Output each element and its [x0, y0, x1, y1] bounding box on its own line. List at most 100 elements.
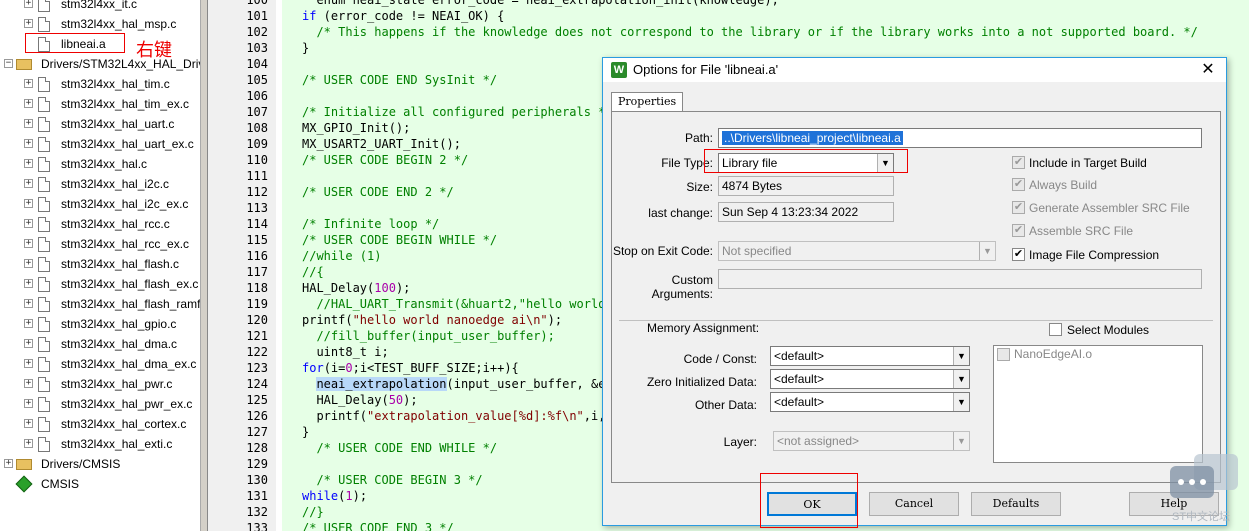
layer-value: <not assigned> — [777, 434, 860, 448]
tree-file[interactable]: + stm32l4xx_hal_flash.c — [0, 254, 200, 274]
file-icon — [38, 277, 50, 292]
include-build-checkbox[interactable]: ✔ — [1012, 156, 1025, 169]
always-build-checkbox[interactable]: ✔ — [1012, 178, 1025, 191]
tree-file[interactable]: + stm32l4xx_hal_i2c.c — [0, 174, 200, 194]
expand-icon[interactable]: + — [24, 0, 33, 8]
pane-splitter[interactable] — [200, 0, 208, 531]
path-field[interactable]: ..\Drivers\libneai_project\libneai.a — [718, 128, 1202, 148]
other-data-select[interactable]: <default> ▼ — [770, 392, 970, 412]
tree-file[interactable]: + stm32l4xx_hal_rcc_ex.c — [0, 234, 200, 254]
expand-icon[interactable]: + — [24, 159, 33, 168]
line-number: 130 — [246, 473, 268, 487]
tree-file[interactable]: + stm32l4xx_hal_dma_ex.c — [0, 354, 200, 374]
gen-asm-checkbox[interactable]: ✔ — [1012, 201, 1025, 214]
tree-file[interactable]: + stm32l4xx_hal_flash_ramfunc.c — [0, 294, 200, 314]
layer-label: Layer: — [723, 435, 757, 449]
tree-item-label: stm32l4xx_hal_cortex.c — [61, 417, 187, 431]
expand-icon[interactable]: + — [24, 319, 33, 328]
tree-file[interactable]: + stm32l4xx_hal_uart_ex.c — [0, 134, 200, 154]
tree-file[interactable]: + stm32l4xx_hal_i2c_ex.c — [0, 194, 200, 214]
line-number: 125 — [246, 393, 268, 407]
path-value: ..\Drivers\libneai_project\libneai.a — [722, 131, 903, 145]
code-line: } — [302, 425, 310, 439]
tree-file[interactable]: + stm32l4xx_hal_msp.c — [0, 14, 200, 34]
code-line: HAL_Delay(100); — [302, 281, 411, 295]
line-number: 112 — [246, 185, 268, 199]
tree-item-label: Drivers/STM32L4xx_HAL_Driver — [41, 57, 200, 71]
tree-folder[interactable]: + Drivers/CMSIS — [0, 454, 200, 474]
custom-args-field[interactable] — [718, 269, 1202, 289]
expand-icon[interactable]: + — [24, 259, 33, 268]
select-modules-checkbox[interactable] — [1049, 323, 1062, 336]
tree-item-label: stm32l4xx_hal_pwr.c — [61, 377, 173, 391]
expand-icon[interactable]: + — [24, 79, 33, 88]
other-data-label: Other Data: — [694, 398, 757, 412]
stop-exit-select[interactable]: Not specified ▼ — [718, 241, 996, 261]
code-line: while(1); — [302, 489, 368, 503]
expand-icon[interactable]: + — [24, 139, 33, 148]
expand-icon[interactable]: + — [24, 299, 33, 308]
expand-icon[interactable]: + — [24, 179, 33, 188]
expand-icon[interactable]: + — [24, 379, 33, 388]
tree-item-label: stm32l4xx_hal_dma_ex.c — [61, 357, 197, 371]
tree-item-label: stm32l4xx_hal_exti.c — [61, 437, 173, 451]
expand-icon[interactable]: + — [24, 399, 33, 408]
tree-item-label: CMSIS — [41, 477, 80, 491]
img-comp-checkbox[interactable]: ✔ — [1012, 248, 1025, 261]
tree-file[interactable]: CMSIS — [0, 474, 200, 494]
expand-icon[interactable]: + — [24, 19, 33, 28]
expand-icon[interactable]: + — [24, 339, 33, 348]
defaults-button[interactable]: Defaults — [971, 492, 1061, 516]
code-line: enum neai_state error_code = neai_extrap… — [302, 0, 778, 8]
expand-icon[interactable]: + — [24, 439, 33, 448]
tree-file[interactable]: + stm32l4xx_hal_dma.c — [0, 334, 200, 354]
module-checkbox[interactable] — [997, 348, 1010, 361]
close-icon[interactable]: ✕ — [1196, 58, 1220, 82]
expand-icon[interactable]: + — [24, 239, 33, 248]
expand-icon[interactable]: + — [24, 419, 33, 428]
tree-item-label: stm32l4xx_hal_flash_ramfunc.c — [61, 297, 200, 311]
expand-icon[interactable]: + — [24, 119, 33, 128]
tab-properties[interactable]: Properties — [611, 92, 684, 112]
layer-select[interactable]: <not assigned> ▼ — [773, 431, 970, 451]
code-line: for(i=0;i<TEST_BUFF_SIZE;i++){ — [302, 361, 519, 375]
asm-src-checkbox[interactable]: ✔ — [1012, 224, 1025, 237]
code-line: HAL_Delay(50); — [302, 393, 418, 407]
file-icon — [38, 77, 50, 92]
tree-item-label: stm32l4xx_hal_uart_ex.c — [61, 137, 194, 151]
options-dialog: W Options for File 'libneai.a' ✕ Propert… — [602, 57, 1227, 528]
modules-list[interactable]: NanoEdgeAI.o — [993, 345, 1203, 463]
tree-file[interactable]: + stm32l4xx_hal_tim_ex.c — [0, 94, 200, 114]
tree-file[interactable]: + stm32l4xx_hal_pwr.c — [0, 374, 200, 394]
tree-file[interactable]: + stm32l4xx_hal_pwr_ex.c — [0, 394, 200, 414]
collapse-icon[interactable]: − — [4, 59, 13, 68]
expand-icon[interactable]: + — [24, 199, 33, 208]
select-modules-label: Select Modules — [1067, 323, 1150, 337]
tree-item-label: stm32l4xx_it.c — [61, 0, 138, 11]
tree-file[interactable]: + stm32l4xx_hal_flash_ex.c — [0, 274, 200, 294]
tree-file[interactable]: + stm32l4xx_hal.c — [0, 154, 200, 174]
line-number: 107 — [246, 105, 268, 119]
tree-file[interactable]: + stm32l4xx_hal_uart.c — [0, 114, 200, 134]
line-number: 128 — [246, 441, 268, 455]
expand-icon[interactable]: + — [4, 459, 13, 468]
expand-icon[interactable]: + — [24, 359, 33, 368]
tree-file[interactable]: + stm32l4xx_hal_rcc.c — [0, 214, 200, 234]
code-const-select[interactable]: <default> ▼ — [770, 346, 970, 366]
tree-file[interactable]: + stm32l4xx_hal_gpio.c — [0, 314, 200, 334]
file-icon — [38, 117, 50, 132]
tree-file[interactable]: + stm32l4xx_hal_tim.c — [0, 74, 200, 94]
tree-item-label: stm32l4xx_hal_tim.c — [61, 77, 170, 91]
tree-item-label: stm32l4xx_hal_msp.c — [61, 17, 177, 31]
line-number: 105 — [246, 73, 268, 87]
tree-file[interactable]: + stm32l4xx_hal_cortex.c — [0, 414, 200, 434]
dialog-titlebar[interactable]: W Options for File 'libneai.a' ✕ — [603, 58, 1226, 82]
expand-icon[interactable]: + — [24, 279, 33, 288]
expand-icon[interactable]: + — [24, 219, 33, 228]
expand-icon[interactable]: + — [24, 99, 33, 108]
zero-init-select[interactable]: <default> ▼ — [770, 369, 970, 389]
tree-file[interactable]: + stm32l4xx_hal_exti.c — [0, 434, 200, 454]
chevron-down-icon: ▼ — [953, 393, 969, 411]
cancel-button[interactable]: Cancel — [869, 492, 959, 516]
tree-file[interactable]: + stm32l4xx_it.c — [0, 0, 200, 14]
